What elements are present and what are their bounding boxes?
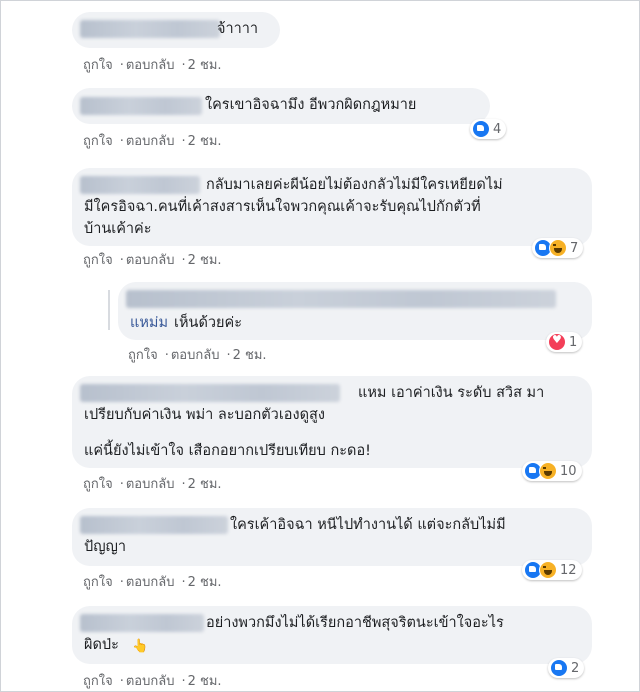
reply-link[interactable]: ตอบกลับ (126, 477, 175, 492)
comment-time[interactable]: 2 ชม. (233, 348, 267, 363)
reaction-summary[interactable]: 4 (470, 119, 507, 139)
comment-time[interactable]: 2 ชม. (188, 477, 222, 492)
reaction-summary[interactable]: 1 (546, 332, 583, 352)
haha-reaction-icon (539, 561, 557, 579)
comment-actions: ถูกใจ · ตอบกลับ · 2 ชม. (83, 253, 222, 268)
haha-reaction-icon (539, 462, 557, 480)
reaction-count: 1 (569, 334, 578, 350)
comment-text: แหม เอาค่าเงิน ระดับ สวิส มา เปรียบกับค่… (84, 385, 545, 423)
comment-time[interactable]: 2 ชม. (188, 58, 222, 73)
comment-actions: ถูกใจ · ตอบกลับ · 2 ชม. (128, 348, 267, 363)
like-link[interactable]: ถูกใจ (83, 134, 113, 149)
reply-link[interactable]: ตอบกลับ (126, 58, 175, 73)
redacted-author-name (80, 20, 220, 38)
like-link[interactable]: ถูกใจ (128, 348, 158, 363)
comment-text: กลับมาเลยค่ะผีน้อยไม่ต้องกลัวไม่มีใครเหย… (84, 177, 503, 237)
reaction-count: 7 (570, 240, 579, 256)
pointing-up-emoji-icon: 👆 (132, 639, 149, 654)
reply-link[interactable]: ตอบกลับ (126, 134, 175, 149)
comment-bubble: แหม เอาค่าเงิน ระดับ สวิส มา เปรียบกับค่… (72, 376, 592, 468)
reaction-count: 4 (493, 121, 502, 137)
haha-reaction-icon (549, 239, 567, 257)
like-link[interactable]: ถูกใจ (83, 253, 113, 268)
comment-text: ใครเขาอิจฉามึง อีพวกผิดกฎหมาย (205, 97, 417, 113)
comment-actions: ถูกใจ · ตอบกลับ · 2 ชม. (83, 58, 222, 73)
reply-thread-line (108, 290, 110, 330)
like-link[interactable]: ถูกใจ (83, 58, 113, 73)
love-reaction-icon (548, 333, 566, 351)
like-link[interactable]: ถูกใจ (83, 477, 113, 492)
like-link[interactable]: ถูกใจ (83, 575, 113, 590)
comment-time[interactable]: 2 ชม. (188, 134, 222, 149)
comment-actions: ถูกใจ · ตอบกลับ · 2 ชม. (83, 477, 222, 492)
comment-bubble: ใครเขาอิจฉามึง อีพวกผิดกฎหมาย (72, 88, 490, 124)
redacted-author-name (80, 97, 202, 115)
comment-bubble: อย่างพวกมึงไม่ได้เรียกอาชีพสุจริตนะเข้าใ… (72, 606, 592, 664)
reply-link[interactable]: ตอบกลับ (126, 674, 175, 689)
like-link[interactable]: ถูกใจ (83, 674, 113, 689)
reply-link[interactable]: ตอบกลับ (126, 253, 175, 268)
like-reaction-icon (472, 120, 490, 138)
comment-time[interactable]: 2 ชม. (188, 674, 222, 689)
reply-link[interactable]: ตอบกลับ (171, 348, 220, 363)
comment-text-line-2: แค่นี้ยังไม่เข้าใจ เสือกอยากเปรียบเทียบ … (84, 443, 371, 459)
reaction-summary[interactable]: 10 (522, 461, 582, 481)
comment-bubble: แหม่ม เห็นด้วยค่ะ (118, 282, 592, 340)
reply-link[interactable]: ตอบกลับ (126, 575, 175, 590)
comment-time[interactable]: 2 ชม. (188, 253, 222, 268)
reaction-summary[interactable]: 7 (532, 238, 584, 258)
comment-bubble: จ้าาาา (72, 12, 280, 48)
reaction-summary[interactable]: 12 (522, 560, 582, 580)
reaction-count: 2 (571, 660, 580, 676)
redacted-author-name (126, 290, 556, 308)
reaction-count: 12 (560, 562, 577, 578)
reaction-count: 10 (560, 463, 577, 479)
comment-author-link[interactable]: แหม่ม (130, 315, 168, 331)
comment-actions: ถูกใจ · ตอบกลับ · 2 ชม. (83, 575, 222, 590)
comment-actions: ถูกใจ · ตอบกลับ · 2 ชม. (83, 134, 222, 149)
comment-bubble: กลับมาเลยค่ะผีน้อยไม่ต้องกลัวไม่มีใครเหย… (72, 168, 592, 246)
comment-actions: ถูกใจ · ตอบกลับ · 2 ชม. (83, 674, 222, 689)
comment-text: ใครเค้าอิจฉา หนีไปทำงานได้ แต่จะกลับไม่ม… (84, 517, 506, 555)
reaction-summary[interactable]: 2 (548, 658, 585, 678)
comment-text: จ้าาาา (217, 21, 259, 37)
comment-text: เห็นด้วยค่ะ (174, 315, 242, 331)
comment-bubble: ใครเค้าอิจฉา หนีไปทำงานได้ แต่จะกลับไม่ม… (72, 508, 592, 566)
comment-time[interactable]: 2 ชม. (188, 575, 222, 590)
like-reaction-icon (550, 659, 568, 677)
